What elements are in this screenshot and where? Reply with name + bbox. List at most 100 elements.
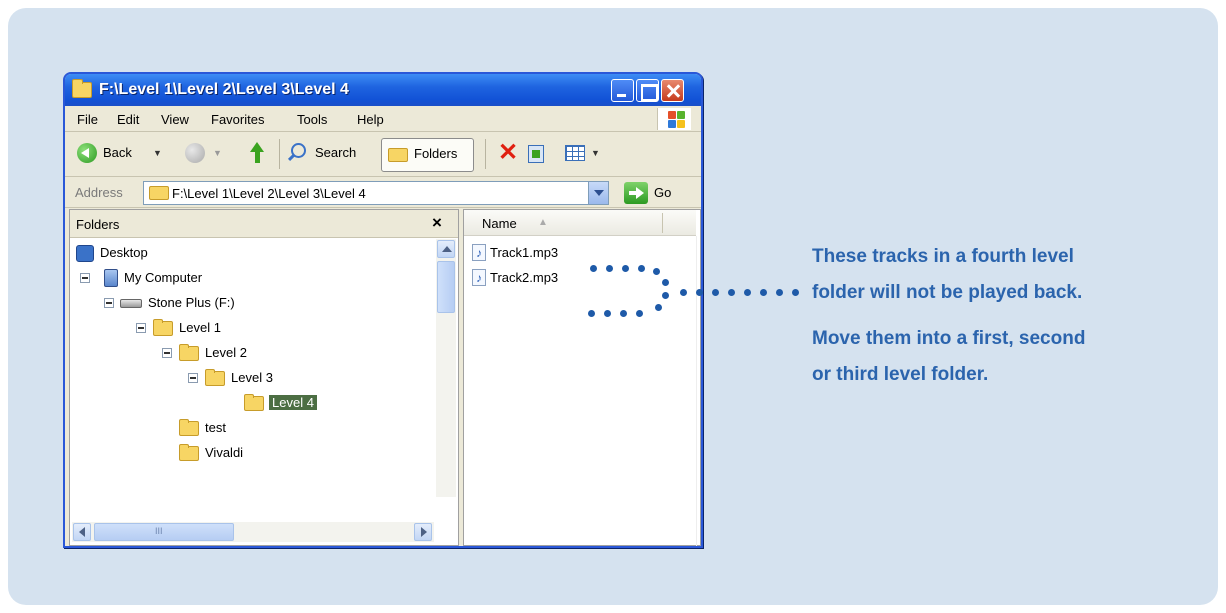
go-arrow-icon[interactable] bbox=[624, 182, 648, 204]
callout-dot bbox=[655, 304, 662, 311]
tree-item-test[interactable]: test bbox=[154, 418, 254, 438]
scroll-grip: III bbox=[155, 526, 163, 536]
folder-icon bbox=[153, 319, 173, 336]
callout-line-2: folder will not be played back. bbox=[812, 282, 1083, 303]
sort-ascending-icon: ▲ bbox=[538, 217, 548, 228]
address-bar: Address F:\Level 1\Level 2\Level 3\Level… bbox=[65, 178, 701, 208]
callout-dot bbox=[680, 289, 687, 296]
folder-icon bbox=[205, 369, 225, 386]
search-icon bbox=[291, 143, 306, 158]
callout-dot bbox=[662, 279, 669, 286]
tree-item-vivaldi[interactable]: Vivaldi bbox=[154, 443, 264, 463]
menu-view[interactable]: View bbox=[161, 112, 189, 127]
go-button[interactable]: Go bbox=[654, 185, 671, 200]
close-pane-icon[interactable]: × bbox=[432, 213, 442, 233]
maximize-button[interactable] bbox=[636, 79, 659, 102]
title-bar[interactable]: F:\Level 1\Level 2\Level 3\Level 4 bbox=[65, 74, 701, 106]
folder-icon bbox=[149, 186, 169, 200]
folders-horizontal-scrollbar[interactable]: III bbox=[72, 522, 434, 542]
collapse-icon[interactable] bbox=[80, 273, 90, 283]
close-button[interactable] bbox=[661, 79, 684, 102]
tree-item-my-computer[interactable]: My Computer bbox=[80, 268, 240, 288]
drive-icon bbox=[120, 299, 142, 308]
tree-item-level-3[interactable]: Level 3 bbox=[180, 368, 310, 388]
callout-dot bbox=[606, 265, 613, 272]
toolbar: Back ▼ ▼ Search Folders ✕ ▼ bbox=[65, 133, 701, 177]
menu-file[interactable]: File bbox=[77, 112, 98, 127]
folders-pane: Folders × Desktop My Computer Stone Plus… bbox=[69, 209, 459, 546]
toolbar-separator bbox=[485, 139, 486, 169]
callout-dot bbox=[792, 289, 799, 296]
callout-dot bbox=[588, 310, 595, 317]
folder-icon bbox=[179, 419, 199, 436]
menu-favorites[interactable]: Favorites bbox=[211, 112, 264, 127]
back-button[interactable]: Back bbox=[103, 145, 132, 160]
minimize-button[interactable] bbox=[611, 79, 634, 102]
callout-dot bbox=[604, 310, 611, 317]
vertical-scroll-thumb[interactable] bbox=[437, 261, 455, 313]
address-input[interactable]: F:\Level 1\Level 2\Level 3\Level 4 bbox=[143, 181, 609, 205]
menu-help[interactable]: Help bbox=[357, 112, 384, 127]
callout-dot bbox=[622, 265, 629, 272]
folders-button[interactable]: Folders bbox=[381, 138, 474, 172]
collapse-icon[interactable] bbox=[188, 373, 198, 383]
undo-icon[interactable] bbox=[528, 145, 544, 163]
column-name-label: Name bbox=[482, 216, 517, 231]
folders-pane-title: Folders bbox=[76, 217, 120, 232]
tree-item-level-1[interactable]: Level 1 bbox=[128, 318, 258, 338]
callout-line-3: Move them into a first, second bbox=[812, 328, 1086, 349]
horizontal-scroll-thumb[interactable]: III bbox=[94, 523, 234, 541]
search-button[interactable]: Search bbox=[315, 145, 356, 160]
address-label: Address bbox=[75, 185, 123, 200]
folders-vertical-scrollbar[interactable] bbox=[436, 239, 456, 497]
delete-icon[interactable]: ✕ bbox=[498, 138, 518, 167]
scroll-up-icon[interactable] bbox=[437, 240, 455, 258]
file-name: Track2.mp3 bbox=[490, 270, 559, 285]
views-icon[interactable] bbox=[565, 145, 585, 161]
scroll-left-icon[interactable] bbox=[73, 523, 91, 541]
forward-arrow-icon[interactable] bbox=[185, 143, 205, 163]
views-dropdown-icon[interactable]: ▼ bbox=[591, 148, 600, 158]
callout-dot bbox=[590, 265, 597, 272]
collapse-icon[interactable] bbox=[136, 323, 146, 333]
collapse-icon[interactable] bbox=[162, 348, 172, 358]
menu-bar: File Edit View Favorites Tools Help bbox=[65, 106, 701, 132]
callout-dot bbox=[712, 289, 719, 296]
files-pane: Name ▲ ♪ Track1.mp3 ♪ Track2.mp3 bbox=[463, 209, 701, 546]
file-row-track2[interactable]: ♪ Track2.mp3 bbox=[472, 268, 572, 288]
callout-dot bbox=[636, 310, 643, 317]
file-name: Track1.mp3 bbox=[490, 245, 559, 260]
callout-dot bbox=[662, 292, 669, 299]
folders-pane-header: Folders × bbox=[70, 210, 458, 238]
music-file-icon: ♪ bbox=[472, 244, 486, 261]
back-dropdown-icon[interactable]: ▼ bbox=[153, 148, 162, 158]
address-dropdown-icon[interactable] bbox=[588, 182, 608, 204]
folder-icon bbox=[179, 444, 199, 461]
window-title: F:\Level 1\Level 2\Level 3\Level 4 bbox=[99, 81, 349, 98]
file-row-track1[interactable]: ♪ Track1.mp3 bbox=[472, 243, 572, 263]
files-pane-divider bbox=[696, 236, 697, 546]
callout-line-1: These tracks in a fourth level bbox=[812, 246, 1074, 267]
scroll-right-icon[interactable] bbox=[414, 523, 432, 541]
column-header-name[interactable]: Name ▲ bbox=[464, 210, 696, 236]
tree-item-stone-plus[interactable]: Stone Plus (F:) bbox=[104, 293, 274, 313]
menu-tools[interactable]: Tools bbox=[297, 112, 327, 127]
forward-dropdown-icon[interactable]: ▼ bbox=[213, 148, 222, 158]
tree-item-level-4[interactable]: Level 4 bbox=[244, 393, 354, 413]
collapse-icon[interactable] bbox=[104, 298, 114, 308]
address-path: F:\Level 1\Level 2\Level 3\Level 4 bbox=[172, 186, 366, 201]
tree-item-desktop[interactable]: Desktop bbox=[74, 243, 194, 263]
back-arrow-icon[interactable] bbox=[77, 143, 97, 163]
tree-item-level-2[interactable]: Level 2 bbox=[154, 343, 284, 363]
desktop-icon bbox=[76, 245, 94, 262]
toolbar-separator bbox=[279, 139, 280, 169]
callout-dot bbox=[760, 289, 767, 296]
up-folder-icon[interactable] bbox=[247, 142, 267, 164]
column-divider[interactable] bbox=[662, 213, 663, 233]
folder-icon bbox=[388, 148, 408, 162]
callout-dot bbox=[620, 310, 627, 317]
windows-logo-icon bbox=[657, 108, 691, 130]
callout-line-4: or third level folder. bbox=[812, 364, 989, 385]
menu-edit[interactable]: Edit bbox=[117, 112, 139, 127]
callout-dot bbox=[638, 265, 645, 272]
